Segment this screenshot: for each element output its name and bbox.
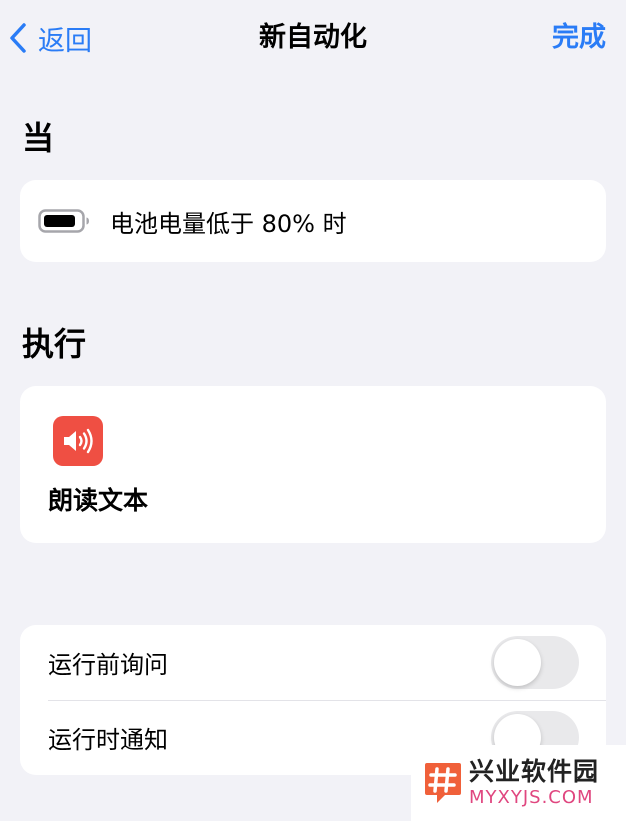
- done-button[interactable]: 完成: [552, 18, 606, 58]
- action-card[interactable]: 朗读文本: [20, 386, 606, 543]
- trigger-card[interactable]: 电池电量低于 80% 时: [20, 180, 606, 262]
- page-title: 新自动化: [259, 22, 367, 53]
- notify-when-run-label: 运行时通知: [48, 726, 168, 754]
- battery-icon: [38, 209, 89, 233]
- trigger-label: 电池电量低于 80% 时: [110, 209, 347, 238]
- watermark: 兴业软件园 MYXYJS.COM: [411, 745, 626, 821]
- trigger-section-title: 当: [22, 119, 55, 157]
- watermark-url: MYXYJS.COM: [469, 787, 594, 808]
- trigger-row[interactable]: 电池电量低于 80% 时: [20, 180, 606, 262]
- action-section-title: 执行: [22, 325, 87, 363]
- watermark-title: 兴业软件园: [469, 757, 600, 786]
- speaker-icon: [53, 416, 103, 466]
- ask-before-running-row: 运行前询问: [20, 625, 606, 700]
- action-label: 朗读文本: [48, 486, 149, 515]
- ask-before-running-label: 运行前询问: [48, 651, 168, 679]
- ask-before-running-toggle[interactable]: [491, 636, 579, 689]
- navigation-bar: 返回 新自动化 完成: [0, 0, 626, 78]
- hash-logo-icon: [425, 763, 461, 803]
- toggle-knob: [494, 639, 541, 686]
